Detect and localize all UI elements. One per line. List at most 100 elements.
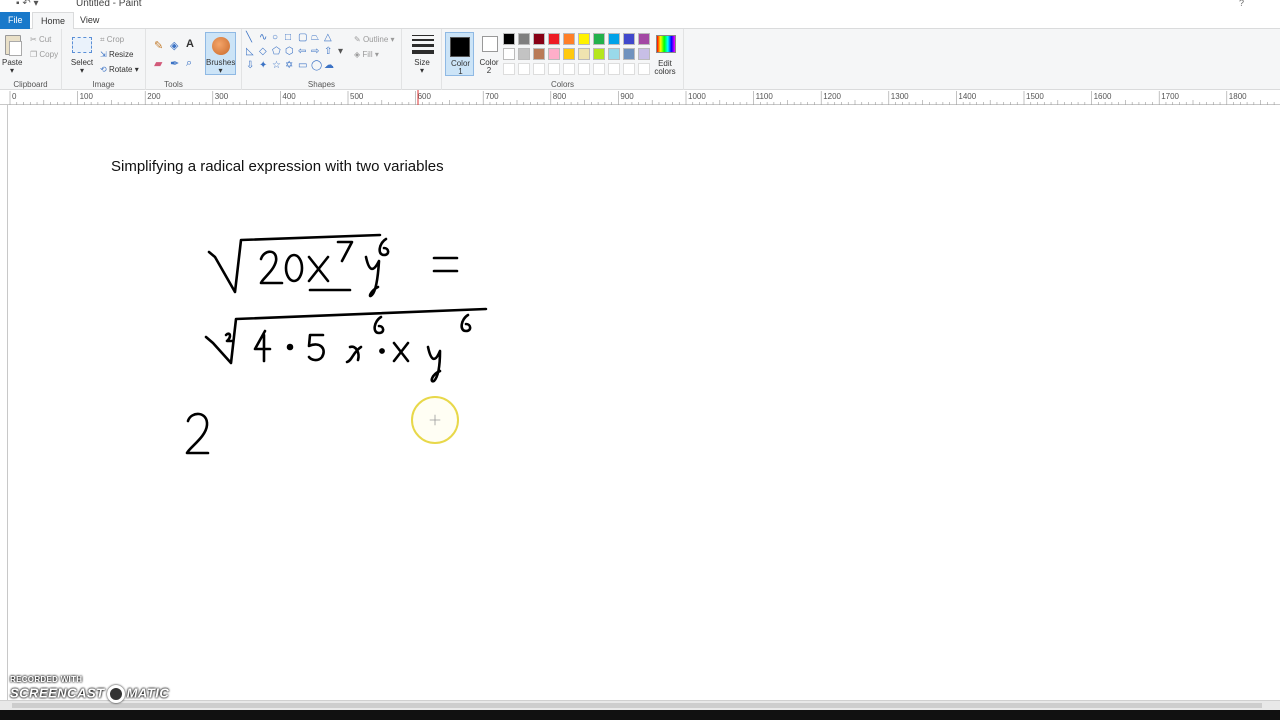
custom-color-slot[interactable] [638, 63, 650, 75]
oval-shape-icon[interactable]: ○ [272, 33, 278, 43]
shapes-gallery[interactable]: ╲ ∿ ○ □ ▢ ⏢ △ ◺ ◇ ⬠ ⬡ ⇦ ⇨ ⇧ ⇩ ✦ ☆ ✡ ▭ ◯ [246, 33, 346, 75]
outline-button[interactable]: ✎ Outline ▾ [354, 35, 395, 44]
palette-swatch[interactable] [563, 48, 575, 60]
custom-color-slot[interactable] [503, 63, 515, 75]
ruler-label: 200 [147, 92, 161, 101]
right-triangle-icon[interactable]: ◺ [246, 47, 254, 57]
resize-icon: ⇲ [100, 50, 107, 59]
resize-button[interactable]: ⇲ Resize [100, 50, 133, 59]
palette-swatch[interactable] [593, 48, 605, 60]
outline-label: Outline [362, 35, 389, 44]
palette-swatch[interactable] [533, 48, 545, 60]
ruler-label: 600 [418, 92, 432, 101]
brand-right-text: MATIC [126, 685, 170, 701]
custom-color-slot[interactable] [563, 63, 575, 75]
palette-swatch[interactable] [518, 48, 530, 60]
palette-swatch[interactable] [518, 33, 530, 45]
star-five-icon[interactable]: ☆ [272, 61, 281, 71]
horizontal-scrollbar[interactable] [0, 700, 1280, 710]
fill-button[interactable]: ◈ Fill ▾ [354, 50, 379, 59]
color-picker-icon[interactable]: ✒ [170, 57, 179, 70]
rotate-icon: ⟲ [100, 65, 107, 74]
drawing-canvas[interactable]: Simplifying a radical expression with tw… [8, 105, 1280, 700]
custom-color-slot[interactable] [578, 63, 590, 75]
edit-colors-button[interactable]: Edit colors [654, 33, 678, 77]
palette-swatch[interactable] [608, 33, 620, 45]
arrow-up-shape-icon[interactable]: ⇧ [324, 47, 332, 57]
color1-number: 1 [458, 67, 463, 76]
palette-swatch[interactable] [563, 33, 575, 45]
crop-button[interactable]: ⌗ Crop [100, 35, 124, 45]
ruler-label: 800 [553, 92, 567, 101]
status-bar [0, 710, 1280, 720]
custom-color-slot[interactable] [623, 63, 635, 75]
radical-expression-line2 [204, 307, 488, 383]
quick-access-toolbar[interactable]: ▪ ↶ ▾ [16, 0, 39, 9]
hexagon-shape-icon[interactable]: ⬡ [285, 47, 294, 57]
palette-swatch[interactable] [638, 48, 650, 60]
ruler-label: 1400 [958, 92, 976, 101]
callout-rect-icon[interactable]: ▭ [298, 61, 307, 71]
fill-bucket-icon[interactable]: ◈ [170, 39, 178, 52]
custom-color-slot[interactable] [518, 63, 530, 75]
custom-color-slot[interactable] [593, 63, 605, 75]
rectangle-shape-icon[interactable]: □ [285, 33, 291, 43]
tools-group: ✎ ◈ A ▰ ✒ ⌕ Brushes ▾ Tools [146, 29, 242, 90]
palette-swatch[interactable] [593, 33, 605, 45]
pentagon-shape-icon[interactable]: ⬠ [272, 47, 281, 57]
pencil-icon[interactable]: ✎ [154, 39, 163, 52]
ruler-ticks: 0 100 200 300 400 500 600 700 800 900 1000 1100 1200… [9, 90, 1275, 105]
custom-color-slot[interactable] [548, 63, 560, 75]
rotate-button[interactable]: ⟲ Rotate ▾ [100, 65, 139, 74]
rounded-rectangle-icon[interactable]: ▢ [298, 33, 307, 43]
line-shape-icon[interactable]: ╲ [246, 33, 252, 43]
custom-color-slot[interactable] [608, 63, 620, 75]
chevron-down-icon: ▾ [218, 66, 223, 75]
palette-swatch[interactable] [578, 48, 590, 60]
palette-swatch[interactable] [578, 33, 590, 45]
shapes-group: ╲ ∿ ○ □ ▢ ⏢ △ ◺ ◇ ⬠ ⬡ ⇦ ⇨ ⇧ ⇩ ✦ ☆ ✡ ▭ ◯ [242, 29, 402, 90]
curve-shape-icon[interactable]: ∿ [259, 33, 267, 43]
palette-swatch[interactable] [638, 33, 650, 45]
fill-icon: ◈ [354, 50, 361, 59]
palette-swatch[interactable] [548, 48, 560, 60]
cut-label: Cut [38, 35, 52, 44]
palette-swatch[interactable] [533, 33, 545, 45]
chevron-down-icon: ▾ [9, 66, 14, 75]
polygon-shape-icon[interactable]: ⏢ [311, 33, 319, 43]
callout-oval-icon[interactable]: ◯ [311, 61, 322, 71]
palette-swatch[interactable] [548, 33, 560, 45]
callout-cloud-icon[interactable]: ☁ [324, 61, 334, 71]
help-icon[interactable]: ? [1239, 0, 1244, 8]
paint-window: ▪ ↶ ▾ Untitled - Paint ? File Home View … [0, 0, 1280, 720]
color2-button[interactable]: Color 2 [478, 32, 500, 76]
palette-swatch[interactable] [503, 48, 515, 60]
arrow-down-shape-icon[interactable]: ⇩ [246, 61, 254, 71]
eraser-icon[interactable]: ▰ [154, 57, 162, 70]
palette-swatch[interactable] [623, 48, 635, 60]
palette-swatch[interactable] [503, 33, 515, 45]
tab-file[interactable]: File [0, 12, 30, 29]
scrollbar-thumb[interactable] [12, 703, 1262, 708]
custom-color-slot[interactable] [533, 63, 545, 75]
magnifier-icon[interactable]: ⌕ [186, 57, 192, 70]
tab-view[interactable]: View [72, 12, 107, 29]
fill-label: Fill [362, 50, 373, 59]
copy-icon: ❐ [30, 50, 38, 59]
arrow-right-shape-icon[interactable]: ⇨ [311, 47, 319, 57]
copy-button[interactable]: ❐ Copy [30, 50, 58, 59]
tab-home[interactable]: Home [32, 12, 75, 30]
brushes-button[interactable]: Brushes ▾ [205, 32, 236, 75]
cursor-highlight [411, 396, 459, 444]
triangle-shape-icon[interactable]: △ [324, 33, 332, 43]
star-six-icon[interactable]: ✡ [285, 61, 293, 71]
palette-swatch[interactable] [623, 33, 635, 45]
color1-button[interactable]: Color 1 [445, 32, 474, 76]
gallery-scroll-icon[interactable]: ▾ [338, 47, 343, 57]
text-tool-icon[interactable]: A [186, 38, 194, 50]
palette-swatch[interactable] [608, 48, 620, 60]
diamond-shape-icon[interactable]: ◇ [259, 47, 267, 57]
cut-button[interactable]: ✂ Cut [30, 35, 51, 44]
arrow-left-shape-icon[interactable]: ⇦ [298, 47, 306, 57]
star-four-icon[interactable]: ✦ [259, 61, 267, 71]
